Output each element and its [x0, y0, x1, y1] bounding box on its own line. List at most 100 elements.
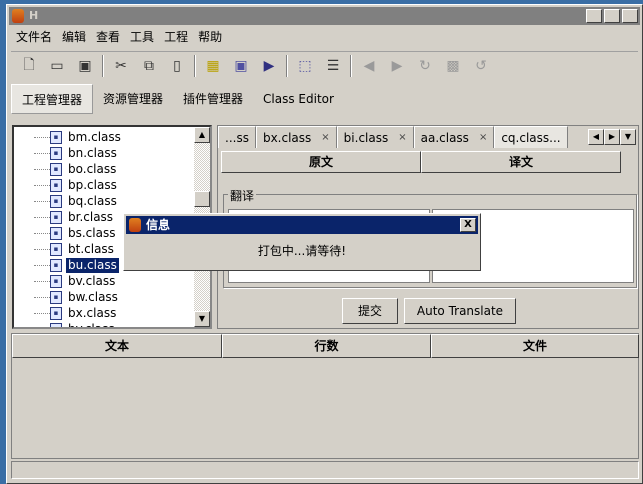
- status-bar: [11, 461, 639, 479]
- dialog-title: 信息: [146, 218, 171, 232]
- minimize-button[interactable]: _: [586, 9, 602, 23]
- close-button[interactable]: X: [622, 9, 638, 23]
- stop-icon[interactable]: ▩: [439, 55, 467, 77]
- tree-item[interactable]: ▪ bv.class: [34, 273, 117, 289]
- file-tab-label: bi.class: [343, 130, 389, 145]
- tree-item-label: bs.class: [68, 225, 116, 240]
- refresh-icon[interactable]: ↻: [411, 55, 439, 77]
- dialog-close-button[interactable]: X: [460, 218, 476, 232]
- close-tab-icon[interactable]: ×: [479, 128, 487, 148]
- class-file-icon: ▪: [50, 130, 62, 144]
- tree-item[interactable]: ▪ bm.class: [34, 129, 123, 145]
- menu-help[interactable]: 帮助: [193, 27, 227, 47]
- maximize-button[interactable]: □: [604, 9, 620, 23]
- select-icon[interactable]: ⬚: [291, 55, 319, 77]
- file-tab[interactable]: bi.class ×: [336, 126, 414, 148]
- menu-edit[interactable]: 编辑: [57, 27, 91, 47]
- tree-line: [34, 312, 50, 314]
- open-icon[interactable]: ▭: [43, 55, 71, 77]
- tree-item-label: bp.class: [68, 177, 117, 192]
- tree-line: [34, 248, 50, 250]
- main-tabs: 工程管理器 资源管理器 插件管理器 Class Editor: [11, 83, 344, 115]
- cut-icon[interactable]: ✂: [107, 55, 135, 77]
- tree-item[interactable]: ▪ bu.class: [34, 257, 119, 273]
- save-icon[interactable]: ▣: [71, 55, 99, 77]
- tab-project-manager[interactable]: 工程管理器: [11, 84, 94, 114]
- tree-item[interactable]: ▪ bw.class: [34, 289, 120, 305]
- tab-resource-manager[interactable]: 资源管理器: [93, 84, 173, 114]
- scroll-thumb[interactable]: [194, 191, 210, 207]
- tree-item-label: bx.class: [68, 305, 117, 320]
- tree-item[interactable]: ▪ bx.class: [34, 305, 118, 321]
- tree-item-label: bm.class: [68, 129, 121, 144]
- column-original[interactable]: 原文: [221, 151, 421, 173]
- class-file-icon: ▪: [50, 306, 62, 320]
- file-tab[interactable]: ...ss: [218, 126, 256, 148]
- menu-file[interactable]: 文件名: [11, 27, 57, 47]
- tab-list-icon[interactable]: ▼: [620, 129, 636, 145]
- class-file-icon: ▪: [50, 258, 62, 272]
- column-text[interactable]: 文本: [12, 334, 222, 358]
- tree-line: [34, 184, 50, 186]
- tree-line: [34, 216, 50, 218]
- file-tab[interactable]: aa.class ×: [413, 126, 495, 148]
- toolbar-separator: [194, 54, 196, 77]
- tree-item[interactable]: ▪ bo.class: [34, 161, 118, 177]
- column-line[interactable]: 行数: [222, 334, 431, 358]
- tree-item[interactable]: ▪ br.class: [34, 209, 115, 225]
- dialog-message: 打包中...请等待!: [257, 244, 347, 258]
- file-tab-label: ...ss: [225, 130, 249, 145]
- tree-item-label: br.class: [68, 209, 114, 224]
- export-icon[interactable]: ☰: [319, 55, 347, 77]
- tree-line: [34, 232, 50, 234]
- tab-left-icon[interactable]: ◀: [588, 129, 604, 145]
- class-file-icon: ▪: [50, 178, 62, 192]
- tree-item[interactable]: ▪ by.class: [34, 321, 117, 327]
- file-tab[interactable]: bx.class ×: [255, 126, 337, 148]
- menu-view[interactable]: 查看: [91, 27, 125, 47]
- file-tabs: ...ss bx.class × bi.class × aa.class × cq.class…: [218, 126, 638, 148]
- scroll-up-icon[interactable]: ▲: [194, 127, 210, 143]
- class-file-icon: ▪: [50, 210, 62, 224]
- tab-right-icon[interactable]: ▶: [604, 129, 620, 145]
- paste-icon[interactable]: ▯: [163, 55, 191, 77]
- close-tab-icon[interactable]: ×: [398, 128, 406, 148]
- file-tab[interactable]: cq.class...: [494, 126, 568, 148]
- column-translation[interactable]: 译文: [421, 151, 621, 173]
- tree-item[interactable]: ▪ bs.class: [34, 225, 117, 241]
- undo-icon[interactable]: ↺: [467, 55, 495, 77]
- toolbar-separator: [102, 54, 104, 77]
- app-icon: [12, 9, 24, 23]
- back-icon[interactable]: ◀: [355, 55, 383, 77]
- scroll-down-icon[interactable]: ▼: [194, 311, 210, 327]
- menu-bar: 文件名 编辑 查看 工具 工程 帮助: [11, 27, 227, 47]
- tab-class-editor[interactable]: Class Editor: [253, 84, 344, 114]
- menu-project[interactable]: 工程: [159, 27, 193, 47]
- close-tab-icon[interactable]: ×: [321, 128, 329, 148]
- new-file-icon[interactable]: 🗋: [15, 55, 43, 77]
- frame-icon[interactable]: ▣: [227, 55, 255, 77]
- class-file-icon: ▪: [50, 242, 62, 256]
- class-file-icon: ▪: [50, 194, 62, 208]
- tree-item[interactable]: ▪ bt.class: [34, 241, 116, 257]
- tab-plugin-manager[interactable]: 插件管理器: [173, 84, 253, 114]
- tree-line: [34, 280, 50, 282]
- copy-icon[interactable]: ⧉: [135, 55, 163, 77]
- tree-item-label: bn.class: [68, 145, 117, 160]
- results-table: 文本 行数 文件: [11, 333, 639, 459]
- submit-button[interactable]: 提交: [342, 298, 398, 324]
- tree-item[interactable]: ▪ bp.class: [34, 177, 119, 193]
- column-file[interactable]: 文件: [431, 334, 639, 358]
- auto-translate-button[interactable]: Auto Translate: [404, 298, 516, 324]
- tree-item[interactable]: ▪ bq.class: [34, 193, 119, 209]
- class-file-icon: ▪: [50, 162, 62, 176]
- tree-item[interactable]: ▪ bn.class: [34, 145, 119, 161]
- dialog-title-bar: 信息 X: [126, 216, 478, 234]
- tree-item-label: bv.class: [68, 273, 116, 288]
- run-icon[interactable]: ▶: [255, 55, 283, 77]
- image-icon[interactable]: ▦: [199, 55, 227, 77]
- forward-icon[interactable]: ▶: [383, 55, 411, 77]
- toolbar-separator: [350, 54, 352, 77]
- menu-tools[interactable]: 工具: [125, 27, 159, 47]
- class-file-icon: ▪: [50, 274, 62, 288]
